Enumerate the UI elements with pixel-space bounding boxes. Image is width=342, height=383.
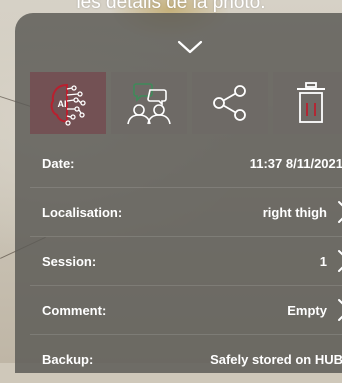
ai-analysis-button[interactable]: AI <box>30 72 106 134</box>
consultation-icon <box>127 83 171 125</box>
detail-row-comment[interactable]: Comment: Empty <box>30 285 342 334</box>
consult-button[interactable] <box>111 72 187 134</box>
delete-button[interactable] <box>273 72 342 134</box>
detail-value: right thigh <box>262 205 327 220</box>
detail-row-date: Date: 11:37 8/11/2021 <box>30 139 342 187</box>
chevron-right-icon[interactable] <box>337 200 342 224</box>
detail-value: Empty <box>287 303 327 318</box>
chevron-right-icon[interactable] <box>337 298 342 322</box>
share-button[interactable] <box>192 72 268 134</box>
detail-label: Localisation: <box>42 205 123 220</box>
detail-value: Safely stored on HUB <box>210 352 342 367</box>
detail-value: 11:37 8/11/2021 <box>249 156 342 171</box>
trash-icon <box>297 82 325 123</box>
detail-label: Date: <box>42 156 75 171</box>
ai-brain-icon: AI <box>50 83 86 126</box>
action-bar: AI <box>30 72 342 134</box>
detail-value: 1 <box>319 254 327 269</box>
detail-row-backup: Backup: Safely stored on HUB <box>30 334 342 383</box>
chevron-right-icon[interactable] <box>337 249 342 273</box>
detail-label: Session: <box>42 254 97 269</box>
ai-text: AI <box>58 99 67 109</box>
detail-label: Backup: <box>42 352 94 367</box>
share-icon <box>213 85 246 121</box>
photo-details-panel: AI Date: 11:37 8/11/2021 Localisation: r… <box>15 13 342 373</box>
detail-row-session[interactable]: Session: 1 <box>30 236 342 285</box>
details-list: Date: 11:37 8/11/2021 Localisation: righ… <box>30 139 342 383</box>
detail-row-localisation[interactable]: Localisation: right thigh <box>30 187 342 236</box>
detail-label: Comment: <box>42 303 107 318</box>
chevron-down-icon[interactable] <box>177 39 203 55</box>
photo-caption: les détails de la photo. <box>76 0 266 13</box>
